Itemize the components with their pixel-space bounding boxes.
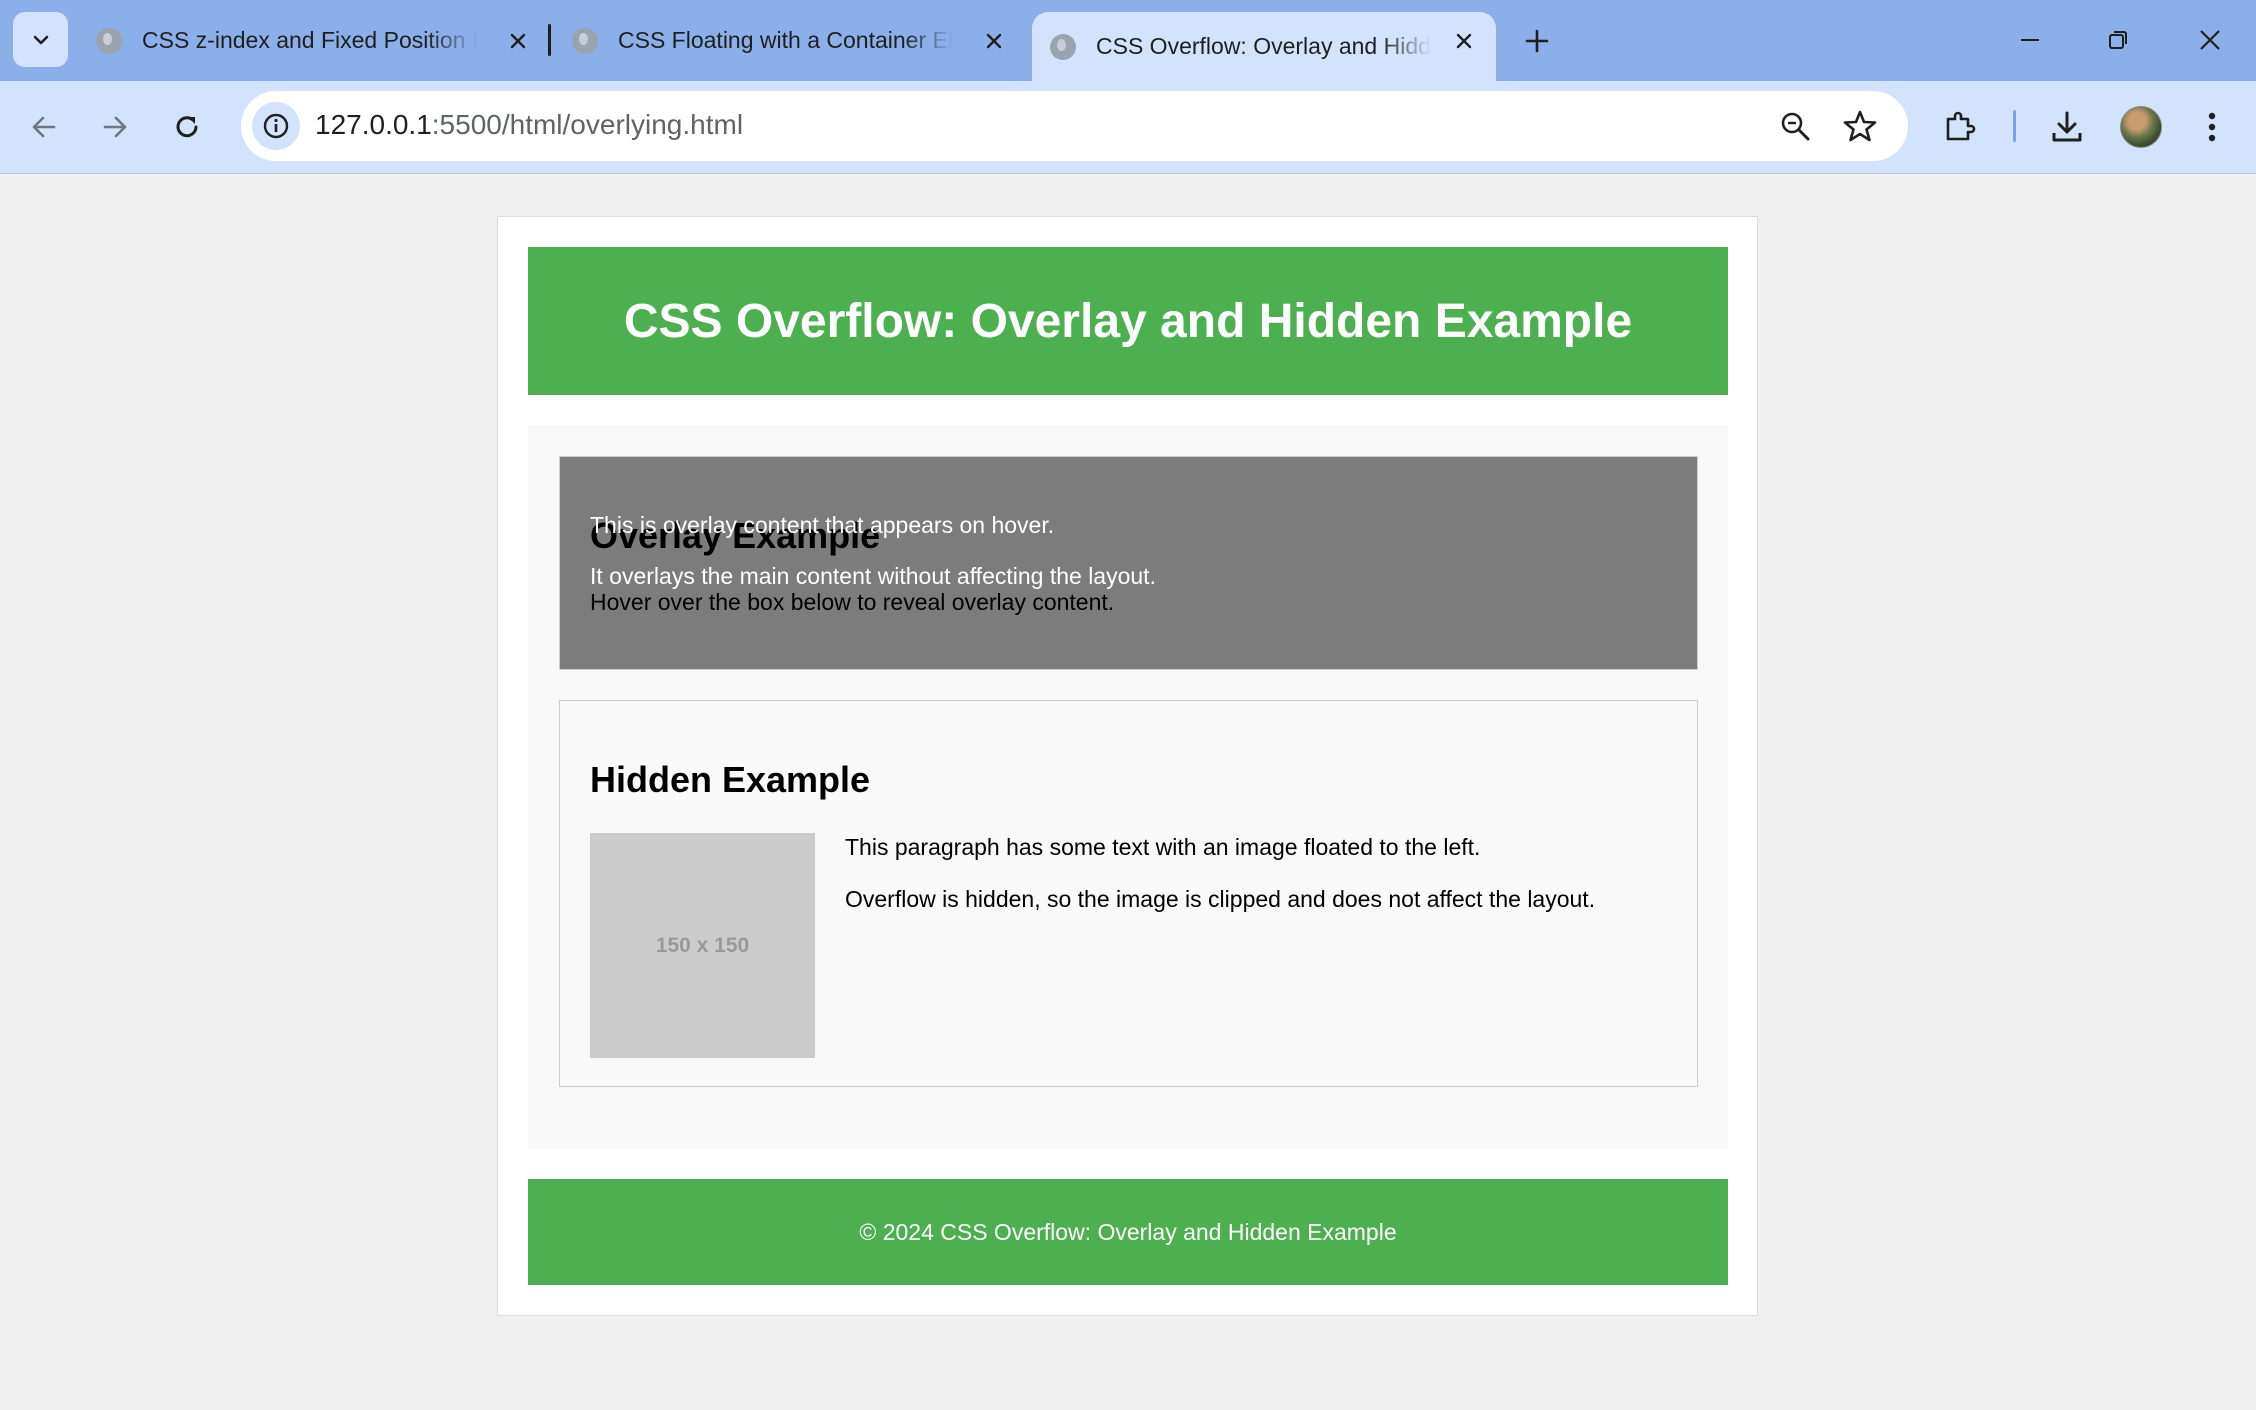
hidden-paragraph-2: Overflow is hidden, so the image is clip… [845,886,1596,912]
site-info-button[interactable] [252,102,300,150]
avatar[interactable] [2120,106,2162,148]
close-icon[interactable] [976,12,1012,69]
forward-button[interactable] [89,101,141,153]
close-icon[interactable] [500,12,536,69]
overlay-layer: This is overlay content that appears on … [560,457,1697,669]
tab-floating[interactable]: CSS Floating with a Container Element [572,12,1012,69]
url-text[interactable]: 127.0.0.1:5500/html/overlying.html [315,109,743,141]
downloads-button[interactable] [2042,102,2092,152]
page-footer: © 2024 CSS Overflow: Overlay and Hidden … [528,1179,1728,1285]
back-button[interactable] [18,101,70,153]
extensions-icon [1946,111,1976,141]
tab-strip: CSS z-index and Fixed Position Example C… [0,0,2256,81]
hidden-box: Hidden Example 150 x 150 This paragraph … [559,700,1698,1087]
site-info-icon [263,113,289,139]
new-tab-button[interactable] [1517,14,1557,68]
overlay-line-1: This is overlay content that appears on … [590,512,1055,538]
tab-title: CSS z-index and Fixed Position Example [142,27,477,53]
minimize-button[interactable] [2000,12,2060,67]
restore-button[interactable] [2088,12,2148,67]
page-title: CSS Overflow: Overlay and Hidden Example [623,294,1633,348]
browser-toolbar: 127.0.0.1:5500/html/overlying.html [0,81,2256,174]
toolbar-separator [2013,110,2016,142]
tab-separator [548,24,551,56]
placeholder-label: 150 x 150 [655,933,750,957]
overlay-box[interactable]: Overlay Example Hover over the box below… [559,456,1698,670]
placeholder-image: 150 x 150 [590,833,815,1058]
close-icon[interactable] [1446,12,1482,69]
hidden-paragraph-1: This paragraph has some text with an ima… [845,834,1481,860]
globe-icon [1050,33,1076,60]
restore-icon [2109,30,2127,49]
back-icon [32,116,56,138]
overlay-line-2: It overlays the main content without aff… [590,563,1156,589]
page-container: CSS Overflow: Overlay and Hidden Example… [497,216,1758,1316]
forward-icon [103,116,127,138]
close-icon [2200,29,2220,50]
more-menu-button[interactable] [2187,102,2237,152]
tab-search-button[interactable] [13,12,68,67]
download-icon [2052,111,2082,142]
extensions-button[interactable] [1935,102,1985,152]
address-bar[interactable]: 127.0.0.1:5500/html/overlying.html [241,91,1908,161]
globe-icon [96,27,122,54]
tab-title: CSS Overflow: Overlay and Hidden Example [1096,33,1431,59]
hidden-heading: Hidden Example [590,759,871,800]
url-path: :5500/html/overlying.html [431,109,744,140]
tab-list-icon [33,35,48,44]
bookmark-button[interactable] [1842,108,1878,144]
tab-zindex[interactable]: CSS z-index and Fixed Position Example [96,12,536,69]
page-viewport: CSS Overflow: Overlay and Hidden Example… [0,174,2256,1410]
more-menu-icon [2208,112,2216,142]
tab-overflow[interactable]: CSS Overflow: Overlay and Hidden Example [1032,12,1496,81]
globe-icon [572,27,598,54]
close-window-button[interactable] [2180,12,2240,67]
tab-title: CSS Floating with a Container Element [618,27,953,53]
zoom-icon [1781,112,1810,141]
reload-icon [176,116,198,138]
bookmark-star-icon [1843,110,1877,142]
reload-button[interactable] [161,101,213,153]
zoom-button[interactable] [1777,108,1813,144]
url-host: 127.0.0.1 [315,109,432,140]
minimize-icon [2021,38,2039,41]
page-header: CSS Overflow: Overlay and Hidden Example [528,247,1728,395]
new-tab-icon [1525,29,1549,53]
footer-text: © 2024 CSS Overflow: Overlay and Hidden … [859,1218,1397,1245]
main-content: Overlay Example Hover over the box below… [528,425,1728,1149]
